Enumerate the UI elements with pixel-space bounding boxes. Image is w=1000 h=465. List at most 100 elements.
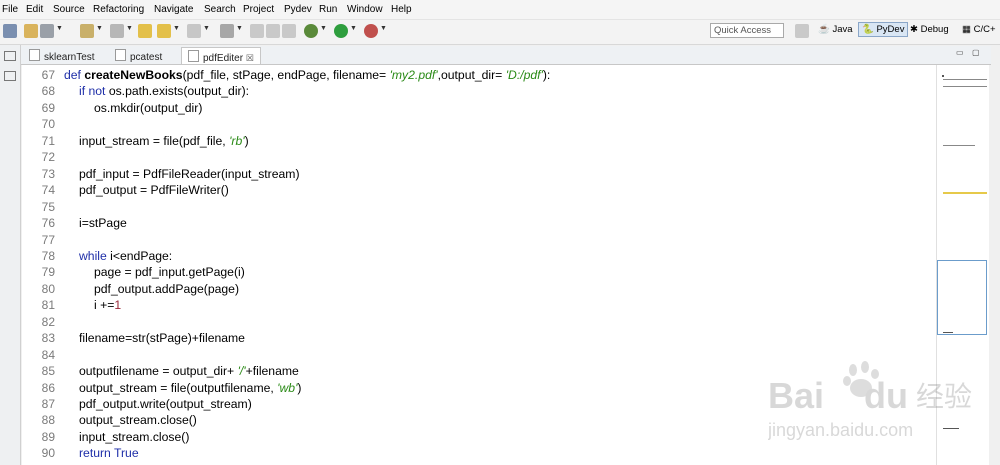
code-line[interactable]: i +=1 (94, 297, 121, 313)
copy-icon[interactable] (250, 24, 264, 38)
code-token: 1 (114, 298, 122, 313)
external-tools-icon[interactable] (364, 24, 378, 38)
code-line[interactable]: if not os.path.exists(output_dir): (79, 83, 249, 99)
code-token: output_stream = file(outputfilename, (79, 380, 278, 395)
debug-perspective-button[interactable]: ✱ Debug (910, 24, 949, 35)
chevron-down-icon[interactable]: ▼ (320, 25, 327, 32)
code-token: os.path.exists(output_dir): (108, 84, 250, 99)
code-line[interactable]: filename=str(stPage)+filename (79, 330, 245, 346)
chevron-down-icon[interactable]: ▼ (350, 25, 357, 32)
code-line[interactable]: page = pdf_input.getPage(i) (94, 264, 245, 280)
run-icon[interactable] (334, 24, 348, 38)
close-icon[interactable]: ☒ (246, 53, 254, 63)
menu-item-help[interactable]: Help (391, 4, 412, 15)
line-number: 72 (41, 150, 55, 165)
code-line[interactable]: input_stream = file(pdf_file, 'rb') (79, 133, 249, 149)
tab-pdfediter[interactable]: pdfEditer ☒ (181, 47, 261, 64)
code-token: pdf_output.addPage(page) (94, 281, 240, 296)
code-line[interactable]: input_stream.close() (79, 429, 189, 445)
back-icon[interactable] (138, 24, 152, 38)
overview-marker (943, 428, 959, 429)
menu-item-edit[interactable]: Edit (26, 4, 43, 15)
pen-icon[interactable] (110, 24, 124, 38)
restore-icon[interactable] (4, 51, 16, 61)
code-line[interactable]: pdf_output.addPage(page) (94, 281, 239, 297)
nav-arrow-icon[interactable] (187, 24, 201, 38)
code-line[interactable]: def createNewBooks(pdf_file, stPage, end… (64, 67, 550, 83)
code-token: page = pdf_input.getPage(i) (94, 265, 245, 280)
chevron-down-icon[interactable]: ▼ (380, 25, 387, 32)
menu-item-project[interactable]: Project (243, 4, 274, 15)
chevron-down-icon[interactable]: ▼ (126, 25, 133, 32)
code-token: '/' (237, 364, 246, 379)
line-number: 73 (41, 166, 55, 181)
line-number: 88 (41, 413, 55, 428)
code-token: while (79, 248, 111, 263)
print-icon[interactable] (282, 24, 296, 38)
settings-icon[interactable] (40, 24, 54, 38)
menu-item-refactoring[interactable]: Refactoring (93, 4, 144, 15)
chevron-down-icon[interactable]: ▼ (203, 25, 210, 32)
debug-icon[interactable] (304, 24, 318, 38)
code-token: +filename (245, 364, 299, 379)
code-line[interactable]: i=stPage (79, 215, 127, 231)
paste-icon[interactable] (266, 24, 280, 38)
code-line[interactable]: while i<endPage: (79, 248, 172, 264)
chevron-down-icon[interactable]: ▼ (173, 25, 180, 32)
menu-item-pydev[interactable]: Pydev (284, 4, 312, 15)
code-line[interactable]: return True (79, 445, 139, 461)
code-line[interactable]: output_stream.close() (79, 412, 197, 428)
overview-ruler[interactable] (936, 65, 989, 465)
overview-marker (943, 79, 987, 80)
build-icon[interactable] (80, 24, 94, 38)
menu-item-source[interactable]: Source (53, 4, 85, 15)
line-number: 90 (41, 446, 55, 461)
overview-visible-region[interactable] (937, 260, 987, 335)
chevron-down-icon[interactable]: ▼ (236, 25, 243, 32)
line-number: 83 (41, 331, 55, 346)
code-token: i<endPage: (110, 248, 173, 263)
code-line[interactable]: output_stream = file(outputfilename, 'wb… (79, 380, 301, 396)
menu-item-navigate[interactable]: Navigate (154, 4, 193, 15)
menu-item-window[interactable]: Window (347, 4, 383, 15)
code-token: input_stream.close() (79, 429, 190, 444)
maximize-icon[interactable]: ▢ (972, 48, 980, 57)
tab-sklearntest[interactable]: sklearnTest (29, 49, 95, 64)
new-icon[interactable] (3, 24, 17, 38)
java-perspective-button[interactable]: ☕ Java (818, 24, 853, 35)
code-token: filename=str(stPage)+filename (79, 331, 245, 346)
code-line[interactable]: pdf_input = PdfFileReader(input_stream) (79, 166, 300, 182)
code-token: pdf_output.write(output_stream) (79, 397, 252, 411)
menu-item-file[interactable]: File (2, 4, 18, 15)
code-editor[interactable]: 67 def createNewBooks(pdf_file, stPage, e… (22, 65, 936, 465)
line-number: 86 (41, 380, 55, 395)
code-line[interactable]: os.mkdir(output_dir) (94, 100, 202, 116)
overview-marker (943, 332, 953, 333)
code-token: ): (542, 68, 551, 82)
tab-pcatest[interactable]: pcatest (115, 49, 162, 64)
open-perspective-icon[interactable] (795, 24, 809, 38)
minimize-icon[interactable] (4, 71, 16, 81)
code-token: ) (297, 380, 302, 395)
new-file-icon[interactable] (220, 24, 234, 38)
editor-tab-row: sklearnTest pcatest pdfEditer ☒ (21, 46, 991, 65)
chevron-down-icon[interactable]: ▼ (96, 25, 103, 32)
code-line[interactable]: outputfilename = output_dir+ '/'+filenam… (79, 363, 299, 379)
forward-icon[interactable] (157, 24, 171, 38)
line-number: 80 (41, 281, 55, 296)
minimize-icon[interactable]: ▭ (956, 48, 964, 57)
cpp-perspective-button[interactable]: ▦ C/C+ (962, 24, 996, 35)
pydev-perspective-button[interactable]: 🐍 PyDev (858, 22, 909, 37)
code-token: i += (94, 298, 115, 313)
save-icon[interactable] (24, 24, 38, 38)
chevron-down-icon[interactable]: ▼ (56, 25, 63, 32)
code-line[interactable]: pdf_output = PdfFileWriter() (79, 182, 229, 198)
line-number: 77 (41, 232, 55, 247)
code-line[interactable]: pdf_output.write(output_stream) (79, 396, 252, 412)
code-token: ) (244, 133, 249, 148)
code-token: createNewBooks (84, 68, 183, 82)
line-number: 74 (41, 183, 55, 198)
menu-item-run[interactable]: Run (319, 4, 337, 15)
quick-access-input[interactable]: Quick Access (710, 23, 784, 38)
menu-item-search[interactable]: Search (204, 4, 236, 15)
